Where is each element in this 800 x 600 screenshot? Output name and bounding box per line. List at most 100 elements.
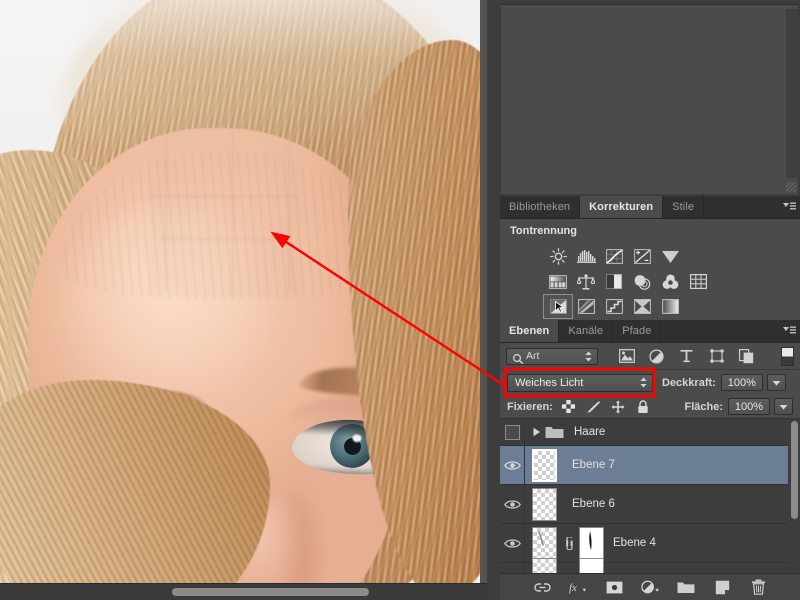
link-layers-icon[interactable]: [533, 578, 552, 597]
tab-label: Bibliotheken: [509, 201, 571, 213]
photo-filter-icon[interactable]: [628, 270, 656, 293]
adjustments-grid-spacer: [684, 245, 712, 268]
new-group-icon[interactable]: [677, 578, 696, 597]
brightness-contrast-icon[interactable]: [544, 245, 572, 268]
exposure-icon[interactable]: [628, 245, 656, 268]
posterize-icon[interactable]: [572, 295, 600, 318]
tab-label: Kanäle: [568, 325, 604, 337]
visibility-toggle[interactable]: [500, 485, 525, 523]
adjustments-icon-grid: [543, 245, 712, 319]
layer-mask-link-icon[interactable]: [563, 536, 576, 550]
lock-all-icon[interactable]: [636, 399, 651, 414]
table-row[interactable]: Ebene 6: [500, 485, 800, 524]
tabs-spacer: [704, 196, 778, 218]
filter-enable-toggle[interactable]: [781, 346, 794, 366]
black-white-icon[interactable]: [600, 270, 628, 293]
lock-transparent-pixels-icon[interactable]: [561, 399, 576, 414]
opacity-dropdown-button[interactable]: [766, 374, 786, 391]
layer-name: Ebene 6: [572, 498, 615, 510]
invert-icon[interactable]: [543, 294, 573, 319]
layer-thumbnail-cell[interactable]: [525, 487, 563, 521]
opacity-label: Deckkraft:: [662, 376, 716, 389]
eye-icon-off[interactable]: [504, 424, 520, 440]
vibrance-icon[interactable]: [656, 245, 684, 268]
collapsed-panel-scrollbar[interactable]: [786, 9, 798, 178]
delete-layer-icon[interactable]: [749, 578, 768, 597]
filter-type-icons: [618, 348, 755, 364]
panel-resize-grip[interactable]: [786, 182, 796, 192]
visibility-cell[interactable]: [500, 419, 525, 445]
canvas-horizontal-scrollbar[interactable]: [0, 583, 487, 600]
visibility-toggle[interactable]: [500, 524, 525, 562]
fill-label: Fläche:: [684, 400, 723, 413]
lock-position-icon[interactable]: [611, 399, 626, 414]
color-lookup-icon[interactable]: [684, 270, 712, 293]
levels-icon[interactable]: [572, 245, 600, 268]
tab-kanaele[interactable]: Kanäle: [559, 320, 614, 342]
filter-kind-select[interactable]: Art: [506, 347, 598, 365]
layer-list-scrollbar[interactable]: [788, 419, 800, 593]
fill-value[interactable]: 100%: [728, 398, 770, 415]
blend-mode-select[interactable]: Weiches Licht: [507, 373, 653, 392]
layer-mask-thumbnail[interactable]: [579, 526, 604, 560]
visibility-toggle[interactable]: [500, 446, 525, 484]
adjustments-grid-spacer: [684, 295, 712, 318]
layer-thumbnail[interactable]: [531, 487, 557, 521]
scrollbar-thumb[interactable]: [791, 421, 798, 519]
panel-menu-icon[interactable]: [778, 320, 800, 342]
filter-shape-icon[interactable]: [708, 348, 725, 364]
tab-stile[interactable]: Stile: [663, 196, 705, 218]
photo-image[interactable]: [0, 0, 480, 583]
layer-name: Haare: [574, 426, 606, 438]
document-canvas[interactable]: [0, 0, 487, 600]
table-row[interactable]: Haare: [500, 419, 800, 446]
filter-pixel-icon[interactable]: [618, 348, 635, 364]
lock-image-pixels-icon[interactable]: [586, 399, 601, 414]
layer-thumbnail[interactable]: [531, 526, 557, 560]
lock-icons: [561, 399, 651, 414]
chevron-updown-icon[interactable]: [640, 377, 647, 388]
collapsed-panel-body: [501, 4, 798, 194]
filter-smartobject-icon[interactable]: [738, 348, 755, 364]
layers-panel-footer: fx: [500, 573, 800, 600]
tab-korrekturen[interactable]: Korrekturen: [580, 196, 664, 218]
fill-dropdown-button[interactable]: [774, 398, 793, 415]
color-balance-icon[interactable]: [572, 270, 600, 293]
layer-thumbnail-cell[interactable]: [525, 526, 563, 560]
layer-list[interactable]: Haare Ebene 7 Ebene 6 Ebene 4: [500, 419, 800, 593]
group-expand-arrow-icon[interactable]: [529, 427, 543, 437]
layer-filter-row: Art: [500, 343, 800, 370]
scrollbar-thumb[interactable]: [172, 588, 369, 596]
new-adjustment-layer-icon[interactable]: [640, 578, 660, 597]
filter-type-icon[interactable]: [678, 348, 695, 364]
panel-menu-icon[interactable]: [778, 196, 800, 218]
adjustments-panel-tabs: Bibliotheken Korrekturen Stile: [500, 196, 800, 219]
new-layer-icon[interactable]: [713, 578, 732, 597]
threshold-icon[interactable]: [600, 295, 628, 318]
panel-dock: Bibliotheken Korrekturen Stile Tontrennu…: [500, 0, 800, 600]
channel-mixer-icon[interactable]: [656, 270, 684, 293]
table-row[interactable]: Ebene 7: [500, 446, 800, 485]
selective-color-icon[interactable]: [628, 295, 656, 318]
opacity-value[interactable]: 100%: [720, 374, 763, 391]
tab-bibliotheken[interactable]: Bibliotheken: [500, 196, 581, 218]
tab-label: Korrekturen: [589, 201, 654, 213]
tab-label: Stile: [672, 201, 695, 213]
chevron-updown-icon[interactable]: [585, 351, 592, 362]
gradient-map-icon[interactable]: [656, 295, 684, 318]
add-layer-mask-icon[interactable]: [605, 578, 624, 597]
layer-style-fx-icon[interactable]: fx: [569, 578, 588, 597]
layer-thumbnail-cell[interactable]: [525, 448, 563, 482]
blend-mode-row: Weiches Licht Deckkraft: 100%: [500, 370, 800, 395]
fill-group: Fläche: 100%: [684, 398, 793, 415]
search-icon: [512, 352, 524, 370]
tab-ebenen[interactable]: Ebenen: [500, 320, 560, 342]
filter-adjustment-icon[interactable]: [648, 348, 665, 364]
layer-thumbnail[interactable]: [531, 448, 557, 482]
tab-pfade[interactable]: Pfade: [613, 320, 662, 342]
layers-panel: Ebenen Kanäle Pfade Art Weiches Licht De…: [500, 320, 800, 600]
hue-saturation-icon[interactable]: [544, 270, 572, 293]
collapsed-panel: [500, 0, 800, 196]
curves-icon[interactable]: [600, 245, 628, 268]
blend-mode-value: Weiches Licht: [515, 376, 584, 389]
